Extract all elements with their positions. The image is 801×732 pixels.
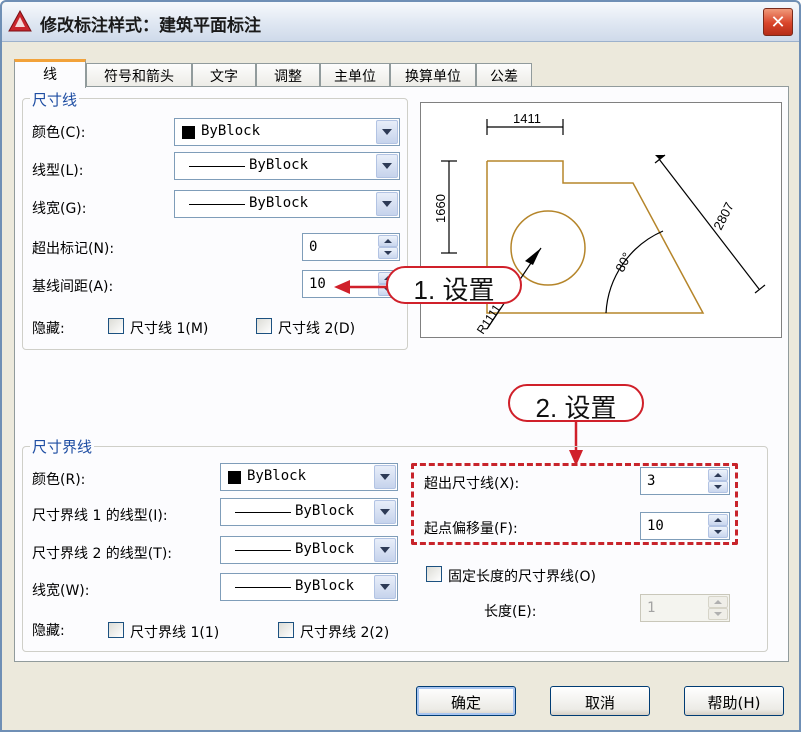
chevron-down-icon[interactable] xyxy=(374,465,396,489)
tab-text[interactable]: 文字 xyxy=(192,63,256,87)
dim-suppress-2-label: 尺寸线 2(D) xyxy=(278,321,356,337)
dim-color-value: ByBlock xyxy=(201,123,261,139)
dim-lines-group-title: 尺寸线 xyxy=(30,89,80,110)
dim-suppress-label: 隐藏: xyxy=(32,321,65,337)
ext-linetype2-label: 尺寸界线 2 的线型(T): xyxy=(32,546,172,562)
spin-down-icon[interactable] xyxy=(708,481,728,493)
tab-lines[interactable]: 线 xyxy=(14,59,86,88)
dialog-window: 修改标注样式：建筑平面标注 ✕ 线 符号和箭头 文字 调整 主单位 换算单位 公… xyxy=(0,0,801,732)
ext-linetype2-dropdown[interactable]: ByBlock xyxy=(220,536,398,564)
preview-dim-diagonal: 2807 xyxy=(710,200,736,233)
ext-lineweight-dropdown[interactable]: ByBlock xyxy=(220,573,398,601)
chevron-down-icon[interactable] xyxy=(376,192,398,216)
spin-up-icon[interactable] xyxy=(708,514,728,526)
lineweight-sample xyxy=(189,204,245,205)
dim-linetype-dropdown[interactable]: ByBlock xyxy=(174,152,400,180)
ext-color-value: ByBlock xyxy=(247,468,307,484)
linetype-sample xyxy=(189,166,245,167)
fixed-length-label: 固定长度的尺寸界线(O) xyxy=(448,569,596,585)
help-button[interactable]: 帮助(H) xyxy=(684,686,784,716)
spin-up-icon[interactable] xyxy=(708,596,728,608)
color-swatch xyxy=(228,471,241,484)
tab-alternate-units[interactable]: 换算单位 xyxy=(390,63,476,87)
dim-extend-label: 超出标记(N): xyxy=(32,241,115,257)
linetype-sample xyxy=(235,512,291,513)
ext-suppress-1-label: 尺寸界线 1(1) xyxy=(130,625,220,641)
dim-lineweight-dropdown[interactable]: ByBlock xyxy=(174,190,400,218)
dim-linetype-value: ByBlock xyxy=(249,157,309,173)
chevron-down-icon[interactable] xyxy=(376,120,398,144)
callout-step-1: 1. 设置 xyxy=(386,266,522,305)
dim-suppress-1-checkbox[interactable] xyxy=(108,318,124,334)
ext-color-dropdown[interactable]: ByBlock xyxy=(220,463,398,491)
close-icon: ✕ xyxy=(770,11,786,33)
spin-down-icon[interactable] xyxy=(708,526,728,538)
fixed-length-checkbox[interactable] xyxy=(426,566,442,582)
ext-offset-value: 10 xyxy=(647,518,664,534)
dim-suppress-2-checkbox[interactable] xyxy=(256,318,272,334)
ext-linetype2-value: ByBlock xyxy=(295,541,355,557)
ext-suppress-label: 隐藏: xyxy=(32,623,65,639)
tab-symbols-arrows[interactable]: 符号和箭头 xyxy=(86,63,192,87)
ok-button[interactable]: 确定 xyxy=(416,686,516,716)
spin-up-icon[interactable] xyxy=(708,469,728,481)
preview-dim-top: 1411 xyxy=(513,111,541,126)
preview-dim-left: 1660 xyxy=(433,194,448,223)
lineweight-sample xyxy=(235,587,291,588)
ext-length-label: 长度(E): xyxy=(484,604,537,620)
ext-suppress-1-checkbox[interactable] xyxy=(108,622,124,638)
chevron-down-icon[interactable] xyxy=(374,538,396,562)
title-bar[interactable]: 修改标注样式：建筑平面标注 ✕ xyxy=(2,2,799,42)
ext-extend-label: 超出尺寸线(X): xyxy=(424,476,520,492)
chevron-down-icon[interactable] xyxy=(376,154,398,178)
ext-lines-group-title: 尺寸界线 xyxy=(30,436,95,457)
chevron-down-icon[interactable] xyxy=(374,500,396,524)
spin-up-icon[interactable] xyxy=(378,235,398,247)
ext-extend-spinner[interactable]: 3 xyxy=(640,467,730,495)
ext-length-value: 1 xyxy=(647,600,656,616)
dim-extend-value: 0 xyxy=(309,239,318,255)
cancel-button[interactable]: 取消 xyxy=(550,686,650,716)
ext-linetype1-label: 尺寸界线 1 的线型(I): xyxy=(32,508,168,524)
dim-extend-spinner[interactable]: 0 xyxy=(302,233,400,261)
dim-linetype-label: 线型(L): xyxy=(32,163,84,179)
ext-offset-spinner[interactable]: 10 xyxy=(640,512,730,540)
ext-lineweight-label: 线宽(W): xyxy=(32,583,90,599)
chevron-down-icon[interactable] xyxy=(374,575,396,599)
ext-suppress-2-checkbox[interactable] xyxy=(278,622,294,638)
dim-lineweight-value: ByBlock xyxy=(249,195,309,211)
color-swatch xyxy=(182,126,195,139)
linetype-sample xyxy=(235,550,291,551)
window-title: 修改标注样式：建筑平面标注 xyxy=(40,16,261,36)
ext-offset-label: 起点偏移量(F): xyxy=(424,521,518,537)
close-button[interactable]: ✕ xyxy=(763,8,793,36)
ext-extend-value: 3 xyxy=(647,473,656,489)
dim-baseline-value: 10 xyxy=(309,276,326,292)
callout-step-2: 2. 设置 xyxy=(508,384,644,423)
ext-linetype1-dropdown[interactable]: ByBlock xyxy=(220,498,398,526)
ext-suppress-2-label: 尺寸界线 2(2) xyxy=(300,625,390,641)
spin-down-icon[interactable] xyxy=(378,247,398,259)
ext-color-label: 颜色(R): xyxy=(32,472,86,488)
dim-color-dropdown[interactable]: ByBlock xyxy=(174,118,400,146)
dim-baseline-label: 基线间距(A): xyxy=(32,279,114,295)
tab-tolerances[interactable]: 公差 xyxy=(476,63,532,87)
autocad-app-icon xyxy=(8,10,32,32)
ext-lineweight-value: ByBlock xyxy=(295,578,355,594)
ext-linetype1-value: ByBlock xyxy=(295,503,355,519)
tab-fit[interactable]: 调整 xyxy=(256,63,320,87)
dim-lineweight-label: 线宽(G): xyxy=(32,201,87,217)
dim-color-label: 颜色(C): xyxy=(32,125,86,141)
spin-down-icon[interactable] xyxy=(708,608,728,620)
dim-suppress-1-label: 尺寸线 1(M) xyxy=(130,321,209,337)
ext-length-spinner[interactable]: 1 xyxy=(640,594,730,622)
tab-primary-units[interactable]: 主单位 xyxy=(320,63,390,87)
